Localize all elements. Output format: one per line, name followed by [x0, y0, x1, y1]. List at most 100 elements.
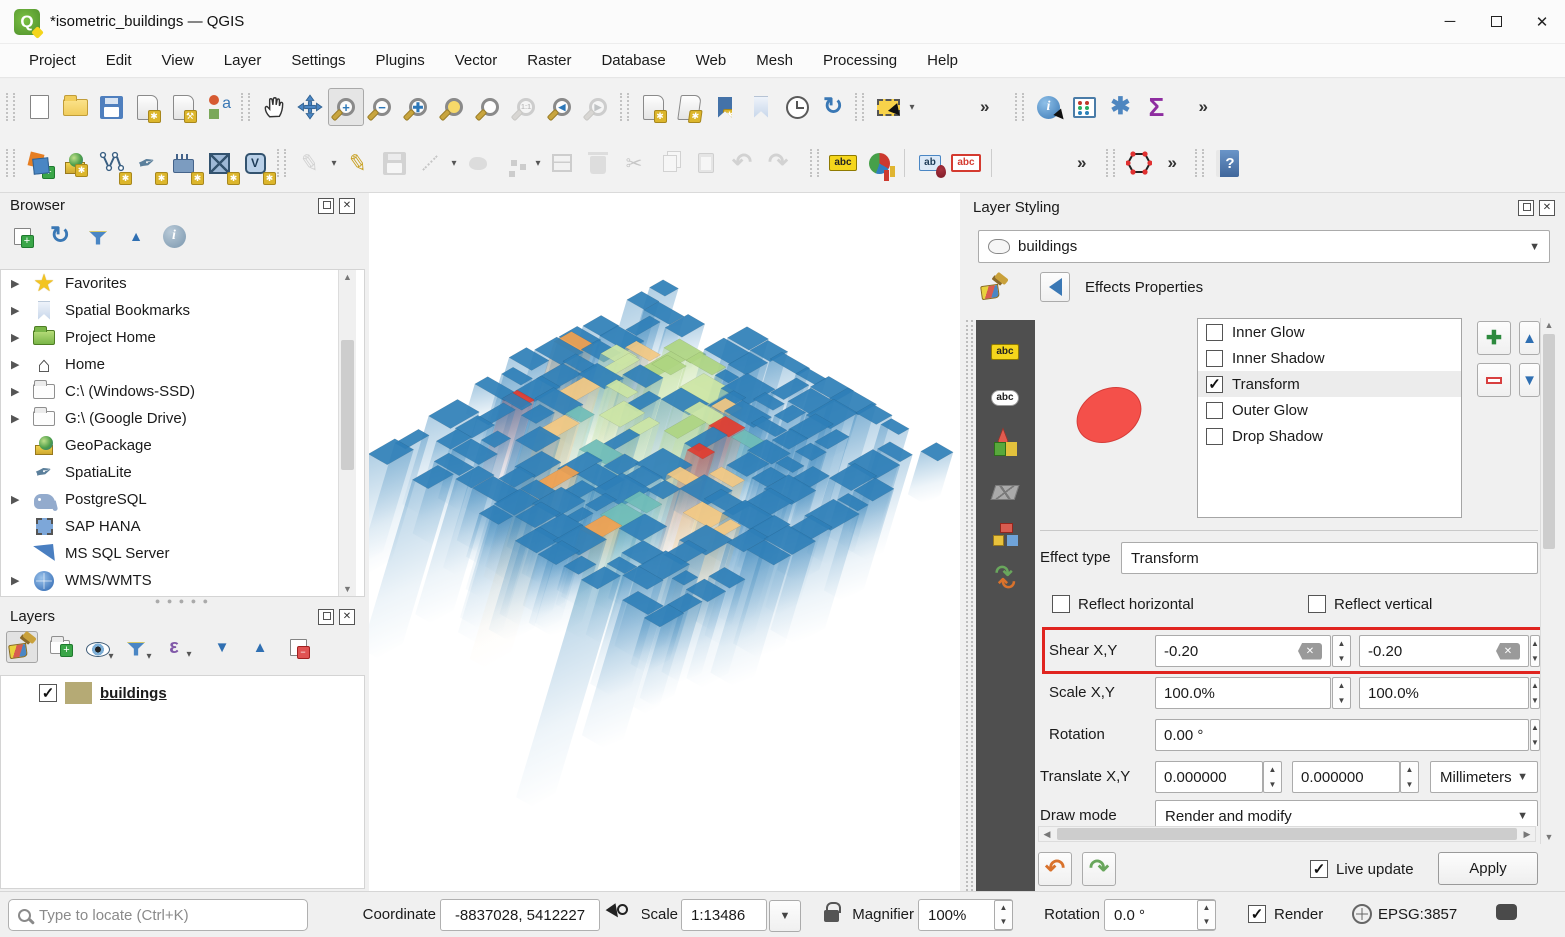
browser-item-project-home[interactable]: ▶Project Home [1, 324, 364, 351]
scroll-up-icon[interactable]: ▲ [1541, 318, 1557, 332]
styling-redo-button[interactable] [1082, 852, 1116, 886]
expand-arrow-icon[interactable]: ▶ [11, 304, 23, 317]
move-effect-up-button[interactable]: ▲ [1519, 321, 1540, 355]
processing-toolbox-button[interactable] [1102, 88, 1138, 126]
redo-button[interactable] [760, 144, 796, 182]
manage-visibility-button[interactable]: ▾ [82, 631, 114, 663]
coordinate-field[interactable]: -8837028, 5412227 [440, 899, 600, 931]
project-open-button[interactable] [57, 88, 93, 126]
open-layer-styling-button[interactable] [6, 631, 38, 663]
temporal-controller-button[interactable] [779, 88, 815, 126]
zoom-to-layer-button[interactable] [472, 88, 508, 126]
tab-labels[interactable] [985, 332, 1025, 372]
browser-collapse-all-button[interactable] [120, 220, 152, 252]
styling-v-scrollbar[interactable]: ▲ ▼ [1540, 318, 1557, 844]
toolbar-grip[interactable] [277, 149, 286, 177]
undock-panel-button[interactable] [318, 198, 334, 214]
scale-y-spinner[interactable]: ▲▼ [1530, 677, 1540, 709]
effect-row-inner-shadow[interactable]: Inner Shadow [1198, 345, 1461, 371]
statistical-summary-button[interactable] [1066, 88, 1102, 126]
expand-arrow-icon[interactable]: ▶ [11, 358, 23, 371]
effect-type-combo[interactable]: Transform [1121, 542, 1538, 574]
shear-y-spinner[interactable]: ▲▼ [1530, 635, 1540, 667]
toolbar-overflow-chevron[interactable]: » [1067, 153, 1096, 173]
panel-splitter[interactable]: ● ● ● ● ● [0, 597, 365, 604]
menu-vector[interactable]: Vector [440, 46, 513, 75]
toolbar-grip[interactable] [1015, 93, 1024, 121]
spin-down-icon[interactable]: ▼ [1531, 697, 1539, 705]
spin-up-icon[interactable]: ▲ [1203, 904, 1211, 912]
delete-selected-button[interactable] [580, 144, 616, 182]
paste-features-button[interactable] [688, 144, 724, 182]
zoom-full-button[interactable]: ✚ [400, 88, 436, 126]
tab-mesh[interactable] [985, 470, 1025, 510]
remove-layer-button[interactable]: − [282, 631, 314, 663]
collapse-all-button[interactable] [244, 631, 276, 663]
zoom-in-button[interactable]: + [328, 88, 364, 126]
layer-diagrams-button[interactable] [861, 144, 897, 182]
modify-attributes-button[interactable] [544, 144, 580, 182]
expand-arrow-icon[interactable]: ▶ [11, 385, 23, 398]
pan-to-selection-button[interactable] [292, 88, 328, 126]
spin-down-icon[interactable]: ▼ [1406, 781, 1414, 789]
effect-row-drop-shadow[interactable]: Drop Shadow [1198, 423, 1461, 449]
toolbar-overflow-chevron[interactable]: » [1157, 153, 1186, 173]
scale-dropdown-button[interactable]: ▼ [769, 900, 801, 932]
menu-web[interactable]: Web [681, 46, 742, 75]
render-checkbox[interactable] [1248, 905, 1266, 923]
new-mesh-layer-button[interactable]: ✱ [201, 144, 237, 182]
undo-button[interactable] [724, 144, 760, 182]
browser-properties-button[interactable]: i [158, 220, 190, 252]
show-spatial-bookmarks-button[interactable] [743, 88, 779, 126]
expand-arrow-icon[interactable]: ▶ [11, 412, 23, 425]
clear-value-icon[interactable]: ✕ [1298, 643, 1322, 660]
spin-down-icon[interactable]: ▼ [1269, 781, 1277, 789]
browser-item-c-drive[interactable]: ▶C:\ (Windows-SSD) [1, 378, 364, 405]
scroll-down-icon[interactable]: ▼ [1541, 830, 1557, 844]
expand-arrow-icon[interactable]: ▶ [11, 277, 23, 290]
change-label-button[interactable] [948, 144, 984, 182]
new-3d-map-view-button[interactable]: ✱ [671, 88, 707, 126]
browser-scrollbar[interactable]: ▲ ▼ [338, 270, 356, 596]
select-features-dropdown[interactable]: ▾ [906, 102, 918, 113]
node-tool-button[interactable] [1121, 144, 1157, 182]
rotation-field[interactable]: 0.00 ° [1155, 719, 1529, 751]
layer-name[interactable]: buildings [100, 685, 167, 702]
add-feature-button[interactable] [412, 144, 448, 182]
spin-down-icon[interactable]: ▼ [1338, 697, 1346, 705]
clear-value-icon[interactable]: ✕ [1496, 643, 1520, 660]
translate-x-spinner[interactable]: ▲▼ [1263, 761, 1282, 793]
browser-item-spatialite[interactable]: SpatiaLite [1, 459, 364, 486]
zoom-last-button[interactable]: ◀ [544, 88, 580, 126]
apply-button[interactable]: Apply [1438, 852, 1538, 885]
toolbar-overflow-chevron[interactable]: » [1188, 97, 1217, 117]
spin-up-icon[interactable]: ▲ [1338, 640, 1346, 648]
undock-panel-button[interactable] [318, 609, 334, 625]
spin-down-icon[interactable]: ▼ [1338, 655, 1346, 663]
close-panel-button[interactable] [339, 609, 355, 625]
expression-dropdown[interactable]: ▾ [183, 649, 195, 660]
tab-history[interactable] [985, 556, 1025, 596]
expand-all-button[interactable] [206, 631, 238, 663]
move-effect-down-button[interactable]: ▼ [1519, 363, 1540, 397]
back-button[interactable] [1040, 272, 1070, 302]
new-gpx-layer-button[interactable]: V✱ [237, 144, 273, 182]
tab-diagrams[interactable] [985, 514, 1025, 554]
spin-down-icon[interactable]: ▼ [1531, 655, 1539, 663]
effect-checkbox[interactable] [1206, 428, 1223, 445]
panel-drag-grip[interactable] [966, 320, 973, 891]
locate-search-box[interactable]: Type to locate (Ctrl+K) [8, 899, 308, 931]
shear-y-field[interactable]: -0.20✕ [1359, 635, 1529, 667]
identify-features-button[interactable]: i [1030, 88, 1066, 126]
current-edits-button[interactable] [292, 144, 328, 182]
show-layout-manager-button[interactable]: ⚒ [165, 88, 201, 126]
menu-plugins[interactable]: Plugins [361, 46, 440, 75]
styling-layer-selector[interactable]: buildings ▼ [978, 230, 1550, 263]
zoom-to-selection-button[interactable] [436, 88, 472, 126]
toolbar-grip[interactable] [1106, 149, 1115, 177]
menu-processing[interactable]: Processing [808, 46, 912, 75]
toolbar-grip[interactable] [810, 149, 819, 177]
vertex-tool-button[interactable] [496, 144, 532, 182]
zoom-out-button[interactable]: − [364, 88, 400, 126]
translate-x-field[interactable]: 0.000000 [1155, 761, 1263, 793]
